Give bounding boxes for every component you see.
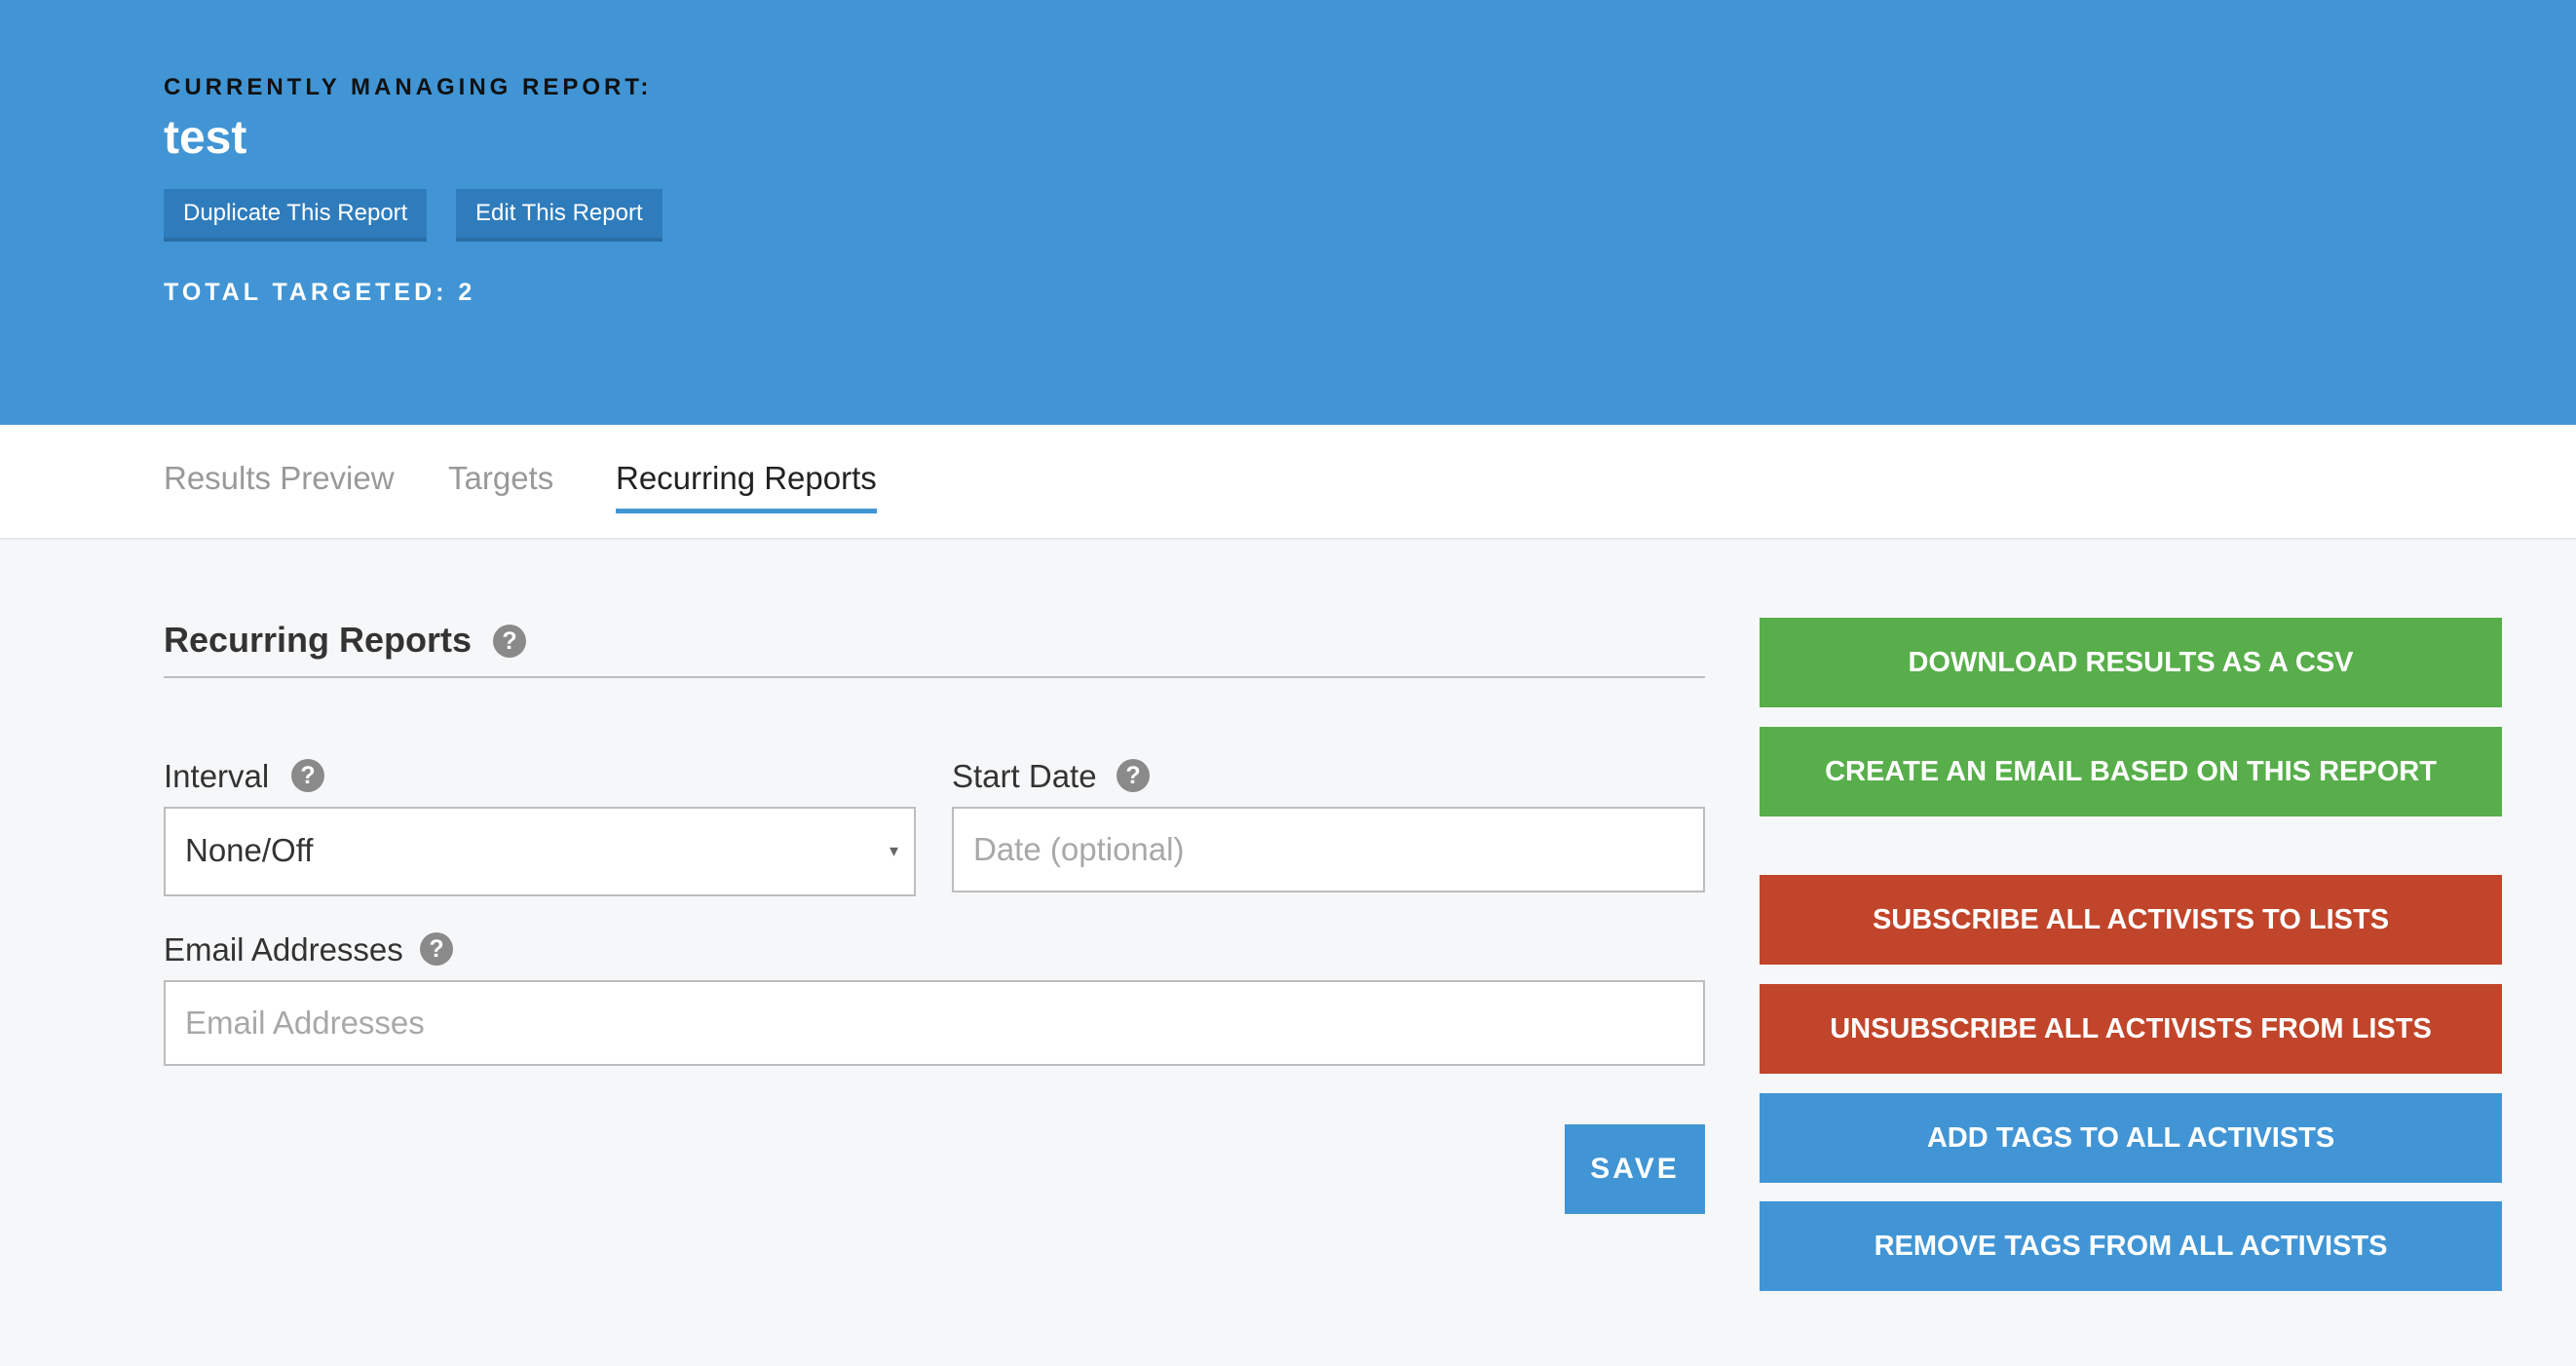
duplicate-report-button[interactable]: Duplicate This Report [164, 189, 428, 242]
interval-select[interactable]: None/Off ▾ [164, 807, 916, 896]
section-title: Recurring Reports [164, 620, 473, 660]
save-button[interactable]: SAVE [1565, 1124, 1705, 1214]
report-name: test [164, 112, 247, 164]
total-targeted: TOTAL TARGETED: 2 [164, 279, 476, 306]
start-date-help-icon[interactable]: ? [1117, 759, 1150, 792]
interval-label: Interval [164, 758, 270, 794]
create-email-button[interactable]: CREATE AN EMAIL BASED ON THIS REPORT [1760, 727, 2502, 816]
help-icon[interactable]: ? [493, 625, 526, 658]
tab-targets[interactable]: Targets [448, 460, 553, 509]
interval-value: None/Off [185, 832, 314, 868]
tab-recurring-reports[interactable]: Recurring Reports [616, 460, 877, 513]
managing-label: CURRENTLY MANAGING REPORT: [164, 74, 653, 100]
report-header: CURRENTLY MANAGING REPORT: test Duplicat… [0, 0, 2576, 425]
tab-bar: Results Preview Targets Recurring Report… [0, 425, 2576, 540]
email-addresses-label: Email Addresses [164, 931, 403, 968]
start-date-input[interactable] [952, 807, 1705, 892]
subscribe-lists-button[interactable]: SUBSCRIBE ALL ACTIVISTS TO LISTS [1760, 875, 2502, 965]
edit-report-button[interactable]: Edit This Report [456, 189, 663, 242]
chevron-down-icon: ▾ [889, 841, 898, 860]
remove-tags-button[interactable]: REMOVE TAGS FROM ALL ACTIVISTS [1760, 1201, 2502, 1291]
email-addresses-input[interactable] [164, 980, 1705, 1066]
tab-results-preview[interactable]: Results Preview [164, 460, 395, 509]
download-csv-button[interactable]: DOWNLOAD RESULTS AS A CSV [1760, 618, 2502, 707]
email-help-icon[interactable]: ? [420, 932, 453, 966]
add-tags-button[interactable]: ADD TAGS TO ALL ACTIVISTS [1760, 1093, 2502, 1183]
interval-help-icon[interactable]: ? [291, 759, 324, 792]
unsubscribe-lists-button[interactable]: UNSUBSCRIBE ALL ACTIVISTS FROM LISTS [1760, 984, 2502, 1074]
start-date-label: Start Date [952, 758, 1097, 794]
section-divider [164, 676, 1705, 678]
